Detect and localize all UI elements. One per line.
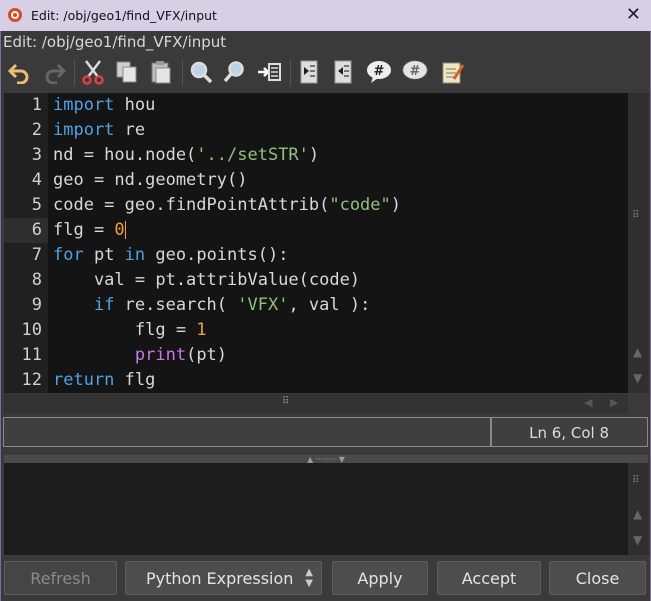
scroll-down-icon[interactable]: ▼ <box>633 533 642 547</box>
close-window-button[interactable]: ✕ <box>626 4 641 25</box>
line-number: 8 <box>31 270 42 290</box>
status-bar: Ln 6, Col 8 <box>3 417 648 447</box>
code-line: 5 code = geo.findPointAttrib("code") <box>4 193 628 218</box>
line-number: 12 <box>21 370 42 390</box>
paste-icon[interactable] <box>146 56 176 88</box>
insert-icon[interactable] <box>254 56 284 88</box>
code-text: import hou <box>53 95 156 115</box>
close-button[interactable]: Close <box>549 561 646 595</box>
code-line: 7 for pt in geo.points(): <box>4 243 628 268</box>
scroll-left-icon[interactable]: ◀ <box>584 396 592 409</box>
language-select[interactable]: Python Expression ▲ ▼ <box>125 561 322 595</box>
code-line: 1 import hou <box>4 93 628 118</box>
language-select-value: Python Expression <box>146 568 294 588</box>
line-number: 4 <box>31 170 42 190</box>
code-line: 12 return flg <box>4 368 628 393</box>
unindent-icon[interactable] <box>328 56 358 88</box>
cursor-position: Ln 6, Col 8 <box>529 424 609 442</box>
window-title: Edit: /obj/geo1/find_VFX/input <box>31 8 217 23</box>
code-text: import re <box>53 120 146 140</box>
apply-button[interactable]: Apply <box>332 561 428 595</box>
svg-text:#: # <box>410 64 421 79</box>
code-line: 4 geo = nd.geometry() <box>4 168 628 193</box>
code-text: geo = nd.geometry() <box>53 170 248 190</box>
scroll-grip-icon[interactable]: ⠿ <box>282 396 289 407</box>
scroll-up-icon[interactable]: ▲ <box>633 507 642 521</box>
editor-toolbar: # # <box>4 56 484 90</box>
code-line: 8 val = pt.attribValue(code) <box>4 268 628 293</box>
code-text: code = geo.findPointAttrib("code") <box>53 195 402 215</box>
scroll-down-icon[interactable]: ▼ <box>633 371 642 385</box>
refresh-button[interactable]: Refresh <box>4 561 117 595</box>
editor-vertical-scrollbar[interactable]: ⠿ ▲ ▼ <box>628 93 649 393</box>
undo-icon[interactable] <box>4 56 34 88</box>
code-text: val = pt.attribValue(code) <box>53 270 361 290</box>
line-number: 10 <box>21 320 42 340</box>
find-icon[interactable] <box>186 56 216 88</box>
line-number: 6 <box>4 218 48 243</box>
code-text: for pt in geo.points(): <box>53 245 289 265</box>
scroll-grip-icon[interactable]: ⠿ <box>632 475 639 486</box>
scroll-grip-icon[interactable]: ⠿ <box>632 210 639 221</box>
code-line: 10 flg = 1 <box>4 318 628 343</box>
title-bar: Edit: /obj/geo1/find_VFX/input ✕ <box>0 0 651 31</box>
line-number: 5 <box>31 195 42 215</box>
code-line: 2 import re <box>4 118 628 143</box>
code-line: 3 nd = hou.node('../setSTR') <box>4 143 628 168</box>
editor-horizontal-scrollbar[interactable]: ⠿ ◀ ▶ <box>4 394 628 414</box>
scroll-up-icon[interactable]: ▲ <box>633 345 642 359</box>
svg-text:#: # <box>374 64 385 79</box>
code-text: if re.search( 'VFX', val ): <box>93 295 371 315</box>
code-text: print(pt) <box>134 345 228 365</box>
code-text: flg = 0 <box>53 220 126 240</box>
pane-splitter[interactable]: ▲ ········ ▼ <box>4 455 648 464</box>
line-number: 9 <box>31 295 42 315</box>
code-text: flg = 1 <box>53 320 207 340</box>
notes-icon[interactable] <box>438 56 468 88</box>
cut-icon[interactable] <box>78 56 108 88</box>
line-number: 3 <box>31 145 42 165</box>
find-replace-icon[interactable] <box>220 56 250 88</box>
line-number: 2 <box>31 120 42 140</box>
copy-icon[interactable] <box>112 56 142 88</box>
node-path-label: Edit: /obj/geo1/find_VFX/input <box>3 33 227 51</box>
code-line: 9 if re.search( 'VFX', val ): <box>4 293 628 318</box>
accept-button[interactable]: Accept <box>437 561 541 595</box>
output-pane <box>4 463 628 555</box>
code-line-current: 6 flg = 0 <box>4 218 628 243</box>
output-vertical-scrollbar[interactable]: ⠿ ▲ ▼ <box>628 463 649 555</box>
redo-icon[interactable] <box>40 56 70 88</box>
code-text: return flg <box>53 370 156 390</box>
indent-icon[interactable] <box>294 56 324 88</box>
code-line: 11 print(pt) <box>4 343 628 368</box>
houdini-app-icon <box>8 8 22 22</box>
code-text: nd = hou.node('../setSTR') <box>53 145 320 165</box>
line-number: 11 <box>21 345 42 365</box>
updown-arrows-icon: ▲ ▼ <box>305 567 313 589</box>
uncomment-icon[interactable]: # <box>400 56 430 88</box>
scroll-right-icon[interactable]: ▶ <box>610 396 618 409</box>
code-editor[interactable]: 1 import hou 2 import re 3 nd = hou.node… <box>4 93 628 393</box>
line-number: 7 <box>31 245 42 265</box>
line-number: 1 <box>31 95 42 115</box>
text-cursor <box>124 221 126 239</box>
comment-icon[interactable]: # <box>364 56 394 88</box>
